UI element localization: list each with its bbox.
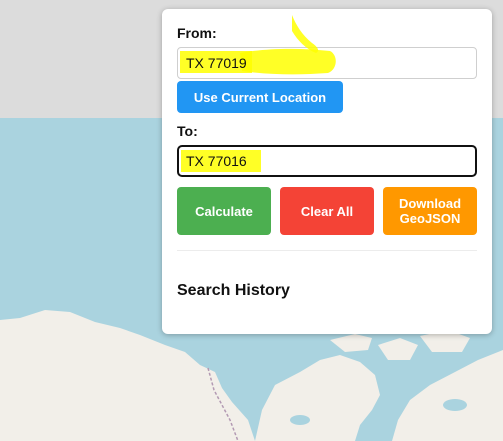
search-history-title: Search History bbox=[177, 282, 290, 299]
from-label: From: bbox=[177, 25, 217, 41]
from-input-wrap: TX 77019 bbox=[177, 15, 477, 79]
to-input[interactable] bbox=[177, 145, 477, 177]
action-buttons: Calculate Clear All Download GeoJSON bbox=[177, 187, 477, 235]
download-geojson-button[interactable]: Download GeoJSON bbox=[383, 187, 477, 235]
download-label-line1: Download bbox=[398, 196, 462, 211]
route-panel: From: TX 77019 Use Current Location To: … bbox=[162, 9, 492, 334]
map-lake bbox=[290, 415, 310, 425]
use-current-location-button[interactable]: Use Current Location bbox=[177, 81, 343, 113]
clear-all-button[interactable]: Clear All bbox=[280, 187, 374, 235]
map-lake bbox=[443, 399, 467, 411]
download-label-line2: GeoJSON bbox=[399, 211, 461, 226]
to-label: To: bbox=[177, 123, 198, 139]
calculate-button[interactable]: Calculate bbox=[177, 187, 271, 235]
to-input-wrap: TX 77016 bbox=[177, 145, 477, 177]
divider bbox=[177, 250, 477, 251]
from-input[interactable] bbox=[177, 47, 477, 79]
